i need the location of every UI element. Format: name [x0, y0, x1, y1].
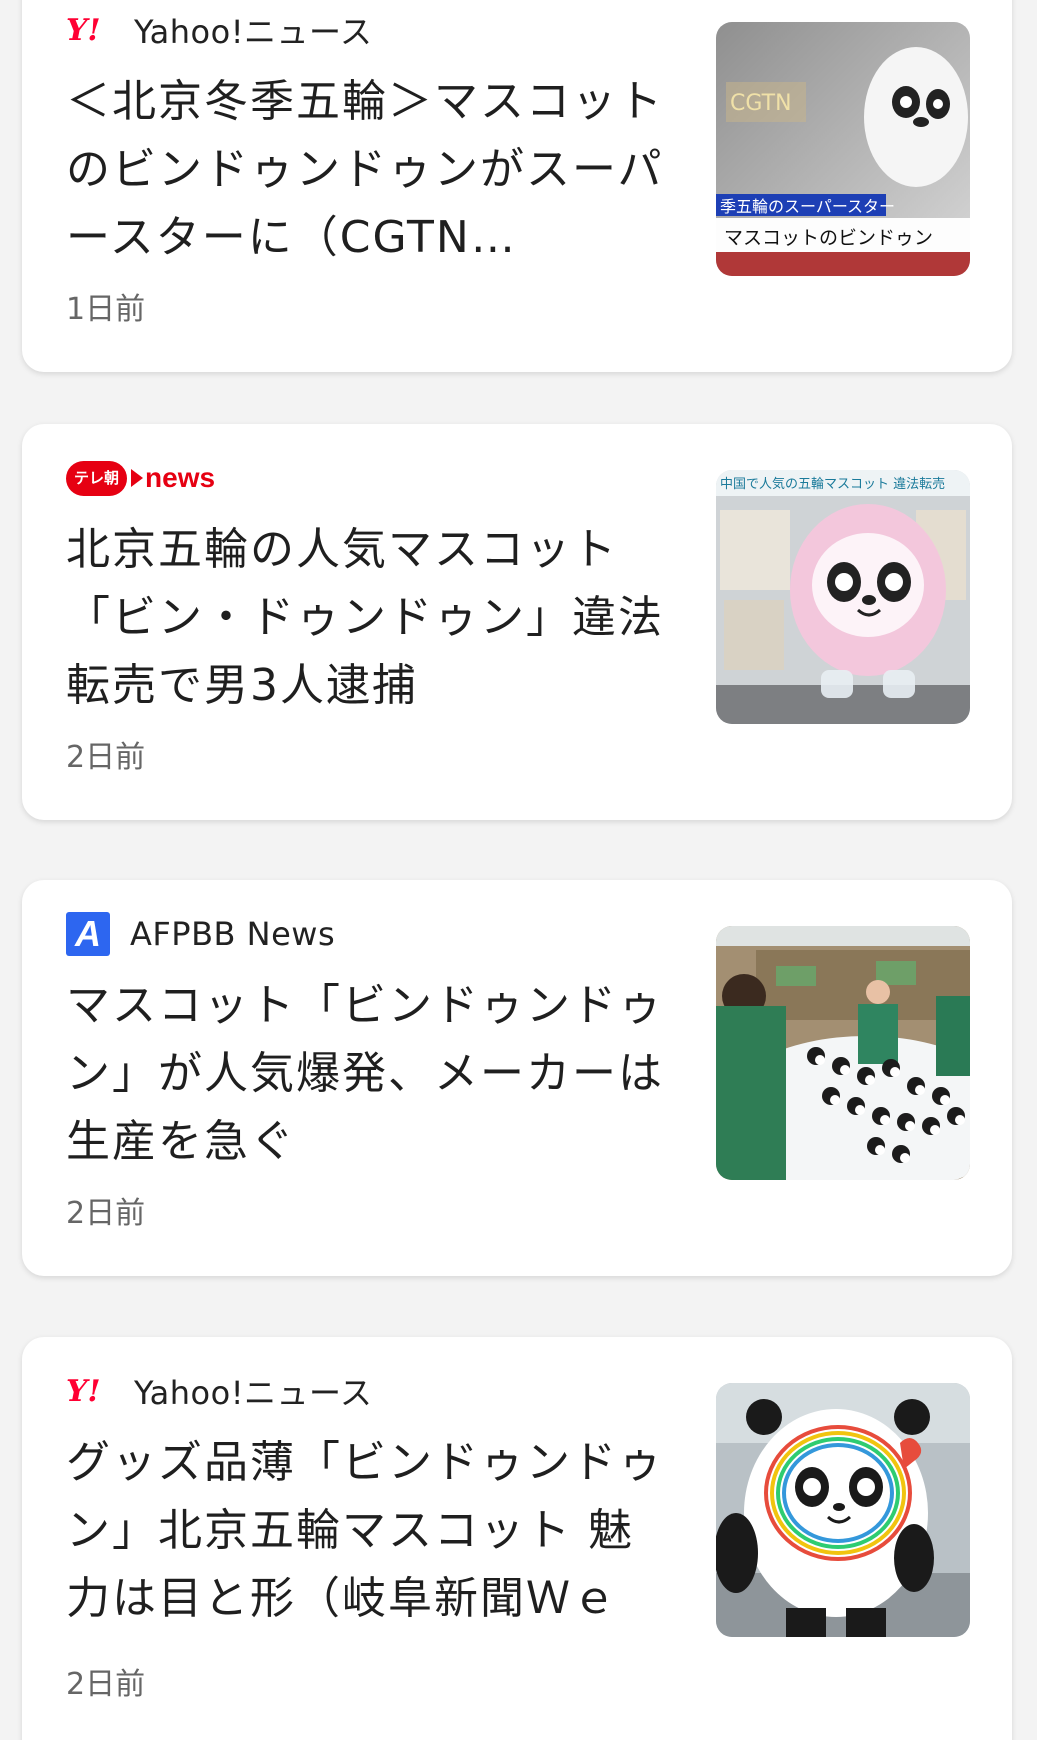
- news-card[interactable]: Y! Yahoo!ニュース グッズ品薄「ビンドゥンドゥン」北京五輪マスコット 魅…: [22, 1337, 1012, 1740]
- article-title[interactable]: グッズ品薄「ビンドゥンドゥン」北京五輪マスコット 魅力は目と形（岐阜新聞Ｗｅｂ…: [66, 1429, 666, 1633]
- news-source: テレ朝 news: [66, 458, 215, 498]
- news-card[interactable]: Y! Yahoo!ニュース ＜北京冬季五輪＞マスコットのビンドゥンドゥンがスーパ…: [22, 0, 1012, 372]
- logo-text: news: [145, 462, 216, 493]
- factory-workers-image: [716, 926, 970, 1180]
- news-source: Y! Yahoo!ニュース: [66, 10, 373, 52]
- mascot-statue-image: [716, 1383, 970, 1637]
- mascot-tv-image: CGTN 季五輪のスーパースター マスコットのビンドゥン: [716, 22, 970, 276]
- article-title[interactable]: ＜北京冬季五輪＞マスコットのビンドゥンドゥンがスーパースターに（CGTN…: [66, 68, 666, 272]
- mascot-pink-image: 中国で人気の五輪マスコット 違法転売: [716, 470, 970, 724]
- article-time: 2日前: [66, 740, 146, 775]
- afpbb-logo-icon: A: [66, 912, 110, 956]
- article-thumbnail[interactable]: CGTN 季五輪のスーパースター マスコットのビンドゥン: [716, 22, 970, 276]
- news-card[interactable]: A AFPBB News マスコット「ビンドゥンドゥン」が人気爆発、メーカーは生…: [22, 880, 1012, 1276]
- thumb-caption: 中国で人気の五輪マスコット 違法転売: [720, 476, 945, 492]
- article-thumbnail[interactable]: [716, 1383, 970, 1637]
- source-name: AFPBB News: [130, 915, 336, 953]
- thumb-caption: CGTN: [730, 91, 792, 116]
- source-name: Yahoo!ニュース: [134, 1374, 373, 1412]
- news-card[interactable]: テレ朝 news 北京五輪の人気マスコット「ビン・ドゥンドゥン」違法転売で男3人…: [22, 424, 1012, 820]
- article-thumbnail[interactable]: [716, 926, 970, 1180]
- source-name: Yahoo!ニュース: [134, 13, 373, 51]
- news-source: Y! Yahoo!ニュース: [66, 1371, 373, 1413]
- article-title[interactable]: 北京五輪の人気マスコット「ビン・ドゥンドゥン」違法転売で男3人逮捕: [66, 516, 666, 720]
- yahoo-logo-icon: Y!: [66, 1373, 101, 1409]
- play-arrow-icon: [131, 469, 144, 487]
- thumb-caption: マスコットのビンドゥン: [724, 227, 933, 249]
- article-time: 2日前: [66, 1667, 146, 1702]
- article-time: 2日前: [66, 1196, 146, 1231]
- thumb-caption: 季五輪のスーパースター: [720, 197, 895, 216]
- news-feed: Y! Yahoo!ニュース ＜北京冬季五輪＞マスコットのビンドゥンドゥンがスーパ…: [0, 0, 1037, 1740]
- article-thumbnail[interactable]: 中国で人気の五輪マスコット 違法転売: [716, 470, 970, 724]
- logo-circle: テレ朝: [66, 460, 128, 496]
- news-source: A AFPBB News: [66, 912, 336, 956]
- article-title[interactable]: マスコット「ビンドゥンドゥン」が人気爆発、メーカーは生産を急ぐ: [66, 972, 666, 1176]
- tv-asahi-news-logo-icon: テレ朝 news: [66, 460, 216, 496]
- yahoo-logo-icon: Y!: [66, 12, 101, 48]
- article-time: 1日前: [66, 292, 146, 327]
